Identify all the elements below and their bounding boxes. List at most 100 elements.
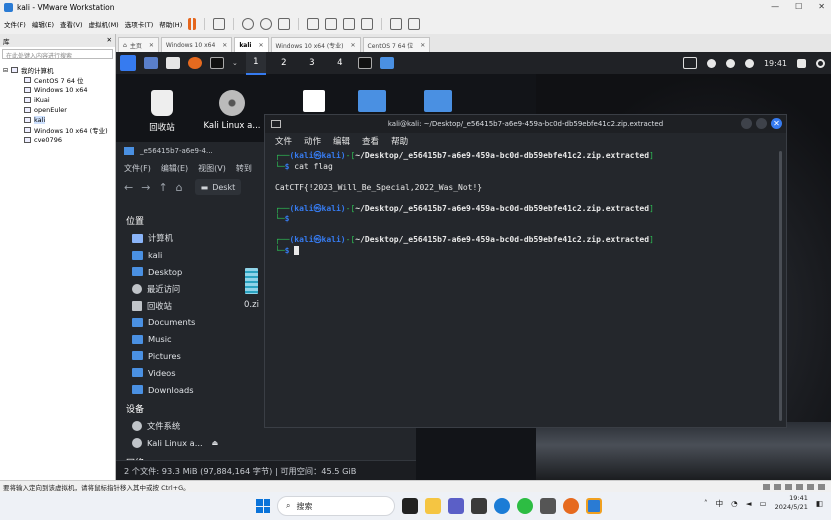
eject-icon[interactable]: ⏏ [212,439,219,447]
send-ctrl-alt-del-icon[interactable] [213,18,226,30]
close-icon[interactable]: ✕ [222,42,227,49]
show-desktop-icon[interactable] [144,57,158,69]
fm-place-desktop[interactable]: Desktop [124,264,224,281]
snapshot-manager-icon[interactable] [278,18,291,30]
terminal-close-button[interactable]: ✕ [771,118,782,129]
guest-screen[interactable]: ⌄ 1 2 3 4 19:41 回收站 Kali Linux a... _e56… [116,52,831,480]
desktop-icon-folder[interactable] [408,90,468,117]
menu-vm[interactable]: 虚拟机(M) [89,19,119,29]
terminal-window[interactable]: kali@kali: ~/Desktop/_e56415b7-a6e9-459a… [264,114,787,428]
vmware-taskbar-icon[interactable] [586,498,602,514]
battery-icon[interactable]: ▭ [759,499,766,508]
display-status-icon[interactable] [818,483,825,490]
workspace-3[interactable]: 3 [302,52,322,74]
notification-bell-icon[interactable] [725,58,735,68]
terminal-minimize-button[interactable] [741,118,752,129]
close-icon[interactable]: ✕ [258,42,263,49]
close-icon[interactable]: ✕ [420,42,425,49]
library-item-ikuai[interactable]: iKuai [0,95,115,105]
windows-start-icon[interactable] [256,499,270,513]
menu-edit[interactable]: 编辑(E) [32,19,54,29]
full-screen-icon[interactable] [343,18,356,30]
fm-menu-edit[interactable]: 编辑(E) [161,163,188,174]
menu-help[interactable]: 帮助(H) [159,19,182,29]
fm-device-kali-disc[interactable]: Kali Linux a... ⏏ [124,435,224,452]
library-item-cve0796[interactable]: cve0796 [0,135,115,145]
panel-clock[interactable]: 19:41 [764,59,787,68]
fm-menu-file[interactable]: 文件(F) [124,163,151,174]
maximize-button[interactable]: ☐ [795,0,802,14]
terminal-output[interactable]: ┌──(kali㉿kali)-[~/Desktop/_e56415b7-a6e9… [265,149,786,258]
chevron-up-icon[interactable]: ˄ [704,499,708,508]
terminal-icon[interactable] [210,57,224,69]
fm-place-videos[interactable]: Videos [124,364,224,381]
revert-snapshot-icon[interactable] [260,18,273,30]
lock-icon[interactable] [797,58,806,68]
workspace-2[interactable]: 2 [274,52,294,74]
file-explorer-icon[interactable] [425,498,441,514]
taskbar-clock[interactable]: 19:41 2024/5/21 [775,494,808,512]
usb-status-icon[interactable] [796,483,803,490]
up-arrow-icon[interactable]: ↑ [158,181,167,194]
terminal-maximize-button[interactable] [756,118,767,129]
tab-windows10-pro[interactable]: Windows 10 x64 (专业) ✕ [270,37,361,52]
fm-place-pictures[interactable]: Pictures [124,348,224,365]
fm-place-computer[interactable]: 计算机 [124,230,224,247]
close-icon[interactable]: ✕ [351,42,356,49]
teams-icon[interactable] [448,498,464,514]
fm-menu-go[interactable]: 转到 [236,163,252,174]
library-item-windows10[interactable]: Windows 10 x64 [0,85,115,95]
menu-view[interactable]: 查看(V) [60,19,83,29]
fm-place-recent[interactable]: 最近访问 [124,280,224,297]
forward-arrow-icon[interactable]: → [141,181,150,194]
tab-windows10[interactable]: Windows 10 x64 ✕ [160,37,233,52]
desktop-icon-unnamed[interactable] [284,90,344,117]
console-view-icon[interactable] [390,18,403,30]
fm-place-kali[interactable]: kali [124,247,224,264]
desktop-icon-kali-disc[interactable]: Kali Linux a... [200,90,264,131]
terminal-scrollbar[interactable] [779,151,782,421]
fm-place-downloads[interactable]: Downloads [124,381,224,398]
tab-centos[interactable]: CentOS 7 64 位 ✕ [362,37,431,52]
show-library-icon[interactable] [307,18,320,30]
hdd-status-icon[interactable] [763,483,770,490]
snapshot-icon[interactable] [242,18,255,30]
library-item-centos[interactable]: CentOS 7 64 位 [0,75,115,85]
fm-menu-view[interactable]: 视图(V) [198,163,226,174]
tab-home[interactable]: ⌂ 主页 ✕ [118,37,159,52]
wifi-icon[interactable]: ◔ [731,499,738,508]
close-window-button[interactable]: ✕ [818,0,825,14]
tab-kali[interactable]: kali ✕ [234,37,269,52]
library-close-button[interactable]: ✕ [107,36,112,45]
thumbnail-bar-icon[interactable] [325,18,338,30]
cdrom-status-icon[interactable] [774,483,781,490]
close-icon[interactable]: ✕ [149,42,154,49]
store-icon[interactable] [471,498,487,514]
unity-icon[interactable] [361,18,374,30]
display-icon[interactable] [682,57,697,69]
taskbar-folder-icon[interactable] [379,57,394,69]
taskbar-terminal-icon[interactable] [357,57,372,69]
back-arrow-icon[interactable]: ← [124,181,133,194]
terminal-menu-edit[interactable]: 编辑 [333,135,350,147]
menu-file[interactable]: 文件(F) [4,19,26,29]
desktop-icon-home[interactable] [342,90,402,117]
sound-status-icon[interactable] [807,483,814,490]
library-item-openeuler[interactable]: openEuler [0,105,115,115]
terminal-menu-action[interactable]: 动作 [304,135,321,147]
firefox-icon[interactable] [563,498,579,514]
kali-menu-icon[interactable] [120,55,136,71]
app-icon[interactable] [540,498,556,514]
taskbar-search-box[interactable]: ⌕ 搜索 [277,496,395,516]
pause-icon[interactable] [188,18,197,30]
terminal-menu-view[interactable]: 查看 [362,135,379,147]
fm-place-documents[interactable]: Documents [124,314,224,331]
home-icon[interactable]: ⌂ [176,181,183,194]
fm-file-zip[interactable]: 0.zi [244,268,259,310]
logout-icon[interactable] [816,58,825,68]
terminal-menu-help[interactable]: 帮助 [391,135,408,147]
workspace-4[interactable]: 4 [330,52,350,74]
desktop-icon-trash[interactable]: 回收站 [132,90,192,133]
power-manager-icon[interactable] [744,58,754,68]
volume-icon[interactable]: ◄ [746,499,752,508]
